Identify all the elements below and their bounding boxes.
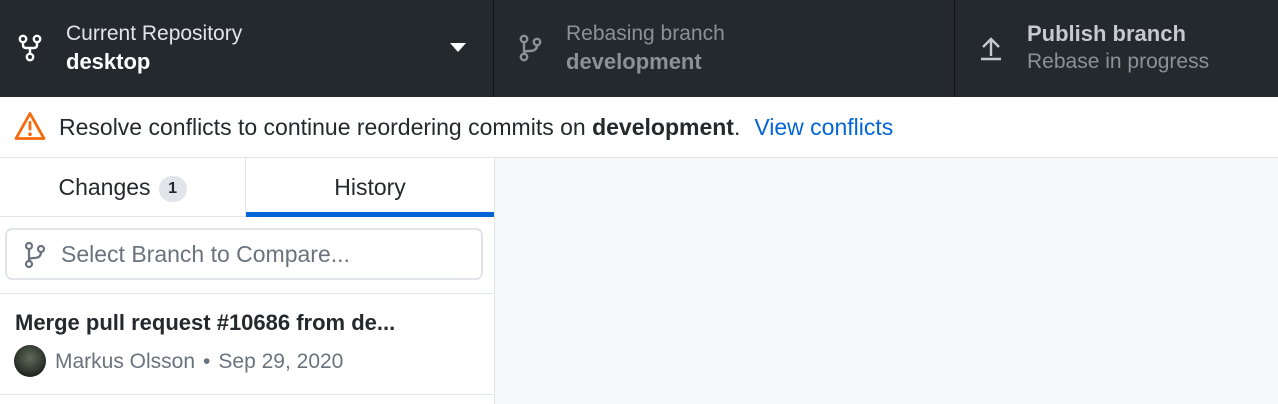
commit-list-item[interactable]: Merge pull request #10686 from de... Mar… [0,294,494,395]
banner-message: Resolve conflicts to continue reordering… [59,113,893,141]
publish-status: Rebase in progress [1027,50,1210,73]
branch-status-label: Rebasing branch [566,22,725,45]
compare-branch-area [0,217,494,294]
banner-branch-name: development [592,114,734,140]
conflicts-banner: Resolve conflicts to continue reordering… [0,97,1278,158]
tab-changes-label: Changes [58,174,151,200]
sidebar-tabs: Changes 1 History [0,158,494,217]
compare-branch-box[interactable] [5,228,483,280]
banner-message-text: Resolve conflicts to continue reordering… [59,114,586,140]
repository-label: Current Repository [66,22,243,45]
commit-date: Sep 29, 2020 [218,350,344,373]
alert-triangle-icon [14,112,46,140]
meta-separator: • [203,350,211,373]
tab-history[interactable]: History [246,158,494,217]
publish-branch-label: Publish branch [1027,21,1186,46]
branch-name: development [566,49,702,74]
app-toolbar: Current Repository desktop Rebasing bran… [0,0,1278,97]
chevron-down-icon [450,43,466,52]
tab-history-label: History [334,174,406,200]
branch-dropdown[interactable]: Rebasing branch development [494,0,955,97]
sidebar: Changes 1 History Merge pull request #106… [0,158,495,404]
changes-count-badge: 1 [158,176,187,202]
repository-name: desktop [66,49,151,74]
git-branch-icon [24,241,46,269]
compare-branch-input[interactable] [61,230,461,278]
main-content-area [495,158,1278,404]
banner-message-end: . [733,114,741,140]
commit-meta: Markus Olsson • Sep 29, 2020 [55,348,343,376]
commit-author: Markus Olsson [55,350,196,373]
repository-dropdown[interactable]: Current Repository desktop [0,0,494,97]
avatar [14,345,46,377]
commit-title: Merge pull request #10686 from de... [15,310,396,335]
repo-fork-icon [18,34,42,62]
upload-arrow-icon [981,37,1001,61]
git-branch-icon [519,34,542,62]
tab-changes[interactable]: Changes 1 [0,158,246,216]
publish-branch-button[interactable]: Publish branch Rebase in progress [955,0,1278,97]
view-conflicts-link[interactable]: View conflicts [754,114,893,140]
